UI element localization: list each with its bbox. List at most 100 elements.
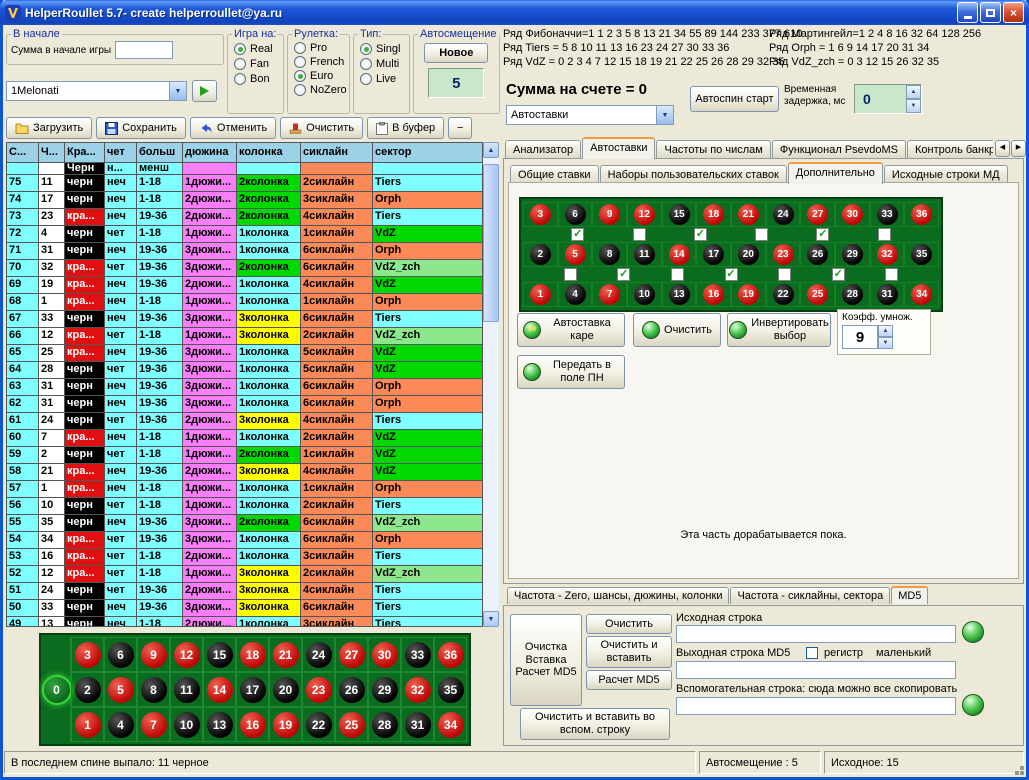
grid-number-27[interactable]: 27 [807,204,828,225]
board-number-31[interactable]: 31 [405,712,431,738]
grid-checkbox-0-3[interactable] [755,228,768,241]
radio-option-euro[interactable]: Euro [294,70,349,82]
md5-source-input[interactable] [676,625,956,643]
delay-spinner[interactable]: 0 ▲ ▼ [854,84,922,114]
board-number-25[interactable]: 25 [339,712,365,738]
grid-number-3[interactable]: 3 [530,204,551,225]
grid-number-13[interactable]: 13 [669,284,690,305]
maximize-button[interactable] [980,2,1001,23]
board-number-30[interactable]: 30 [372,642,398,668]
radio-option-bon[interactable]: Bon [234,73,283,85]
board-number-11[interactable]: 11 [174,677,200,703]
grid-number-30[interactable]: 30 [842,204,863,225]
radio-option-real[interactable]: Real [234,43,283,55]
autostake-kare-button[interactable]: 49 Автоставка каре [517,313,625,347]
spin-up-icon[interactable]: ▲ [906,85,921,99]
grid-checkbox-0-1[interactable] [633,228,646,241]
md5-clear-paste-aux-button[interactable]: Очистить и вставить во вспом. строку [520,708,670,740]
board-number-10[interactable]: 10 [174,712,200,738]
board-number-9[interactable]: 9 [141,642,167,668]
board-number-18[interactable]: 18 [240,642,266,668]
board-number-22[interactable]: 22 [306,712,332,738]
grid-number-1[interactable]: 1 [530,284,551,305]
md5-output-input[interactable] [676,661,956,679]
board-number-4[interactable]: 4 [108,712,134,738]
board-number-36[interactable]: 36 [438,642,464,668]
board-number-15[interactable]: 15 [207,642,233,668]
grid-checkbox-0-5[interactable] [878,228,891,241]
board-number-1[interactable]: 1 [75,712,101,738]
start-sum-input[interactable] [115,41,173,59]
radio-option-singl[interactable]: Singl [360,43,409,55]
board-number-26[interactable]: 26 [339,677,365,703]
board-number-20[interactable]: 20 [273,677,299,703]
minus-button[interactable]: − [448,117,472,139]
grid-number-18[interactable]: 18 [703,204,724,225]
grid-number-17[interactable]: 17 [703,244,724,265]
grid-clear-button[interactable]: Очистить [633,313,721,347]
grid-number-15[interactable]: 15 [669,204,690,225]
scroll-thumb[interactable] [483,164,499,322]
grid-checkbox-0-2[interactable]: ✓ [694,228,707,241]
minimize-button[interactable] [957,2,978,23]
spin-down-icon[interactable]: ▼ [906,99,921,113]
main-tab-2[interactable]: Частоты по числам [656,140,770,159]
board-number-2[interactable]: 2 [75,677,101,703]
grid-checkbox-1-2[interactable] [671,268,684,281]
grid-number-36[interactable]: 36 [911,204,932,225]
grid-number-5[interactable]: 5 [565,244,586,265]
grid-checkbox-1-5[interactable]: ✓ [832,268,845,281]
md5-aux-ball-button[interactable] [962,694,984,716]
grid-number-24[interactable]: 24 [773,204,794,225]
close-button[interactable]: × [1003,2,1024,23]
scroll-down-icon[interactable]: ▼ [483,611,499,627]
md5-aux-input[interactable] [676,697,956,715]
scroll-up-icon[interactable]: ▲ [483,142,499,158]
load-button[interactable]: Загрузить [6,117,92,139]
radio-option-french[interactable]: French [294,56,349,68]
md5-clear-paste-button[interactable]: Очистить и вставить [586,636,672,668]
grid-number-35[interactable]: 35 [911,244,932,265]
grid-number-21[interactable]: 21 [738,204,759,225]
grid-number-23[interactable]: 23 [773,244,794,265]
board-number-13[interactable]: 13 [207,712,233,738]
md5-lowercase-checkbox[interactable] [806,647,818,659]
undo-button[interactable]: Отменить [190,117,276,139]
scroll-track[interactable] [483,158,499,611]
grid-checkbox-0-4[interactable]: ✓ [816,228,829,241]
radio-option-fan[interactable]: Fan [234,58,283,70]
board-number-32[interactable]: 32 [405,677,431,703]
board-number-21[interactable]: 21 [273,642,299,668]
board-number-14[interactable]: 14 [207,677,233,703]
main-tab-1[interactable]: Автоставки [582,137,655,159]
main-tab-3[interactable]: Функционал PsevdoMS [772,140,906,159]
coef-spin-up-icon[interactable]: ▲ [878,325,893,337]
autospin-start-button[interactable]: Автоспин старт [690,86,779,112]
profile-combobox[interactable]: 1Melonati ▼ [6,81,187,101]
board-number-3[interactable]: 3 [75,642,101,668]
grid-number-29[interactable]: 29 [842,244,863,265]
board-number-8[interactable]: 8 [141,677,167,703]
grid-number-22[interactable]: 22 [773,284,794,305]
freq-tab-1[interactable]: Частота - сиклайны, сектора [730,587,890,604]
grid-checkbox-0-0[interactable]: ✓ [571,228,584,241]
board-number-7[interactable]: 7 [141,712,167,738]
board-number-17[interactable]: 17 [240,677,266,703]
grid-number-33[interactable]: 33 [877,204,898,225]
save-button[interactable]: Сохранить [96,117,186,139]
md5-clear-button[interactable]: Очистить [586,614,672,634]
clear-button[interactable]: Очистить [280,117,363,139]
radio-option-pro[interactable]: Pro [294,42,349,54]
grid-checkbox-1-3[interactable]: ✓ [725,268,738,281]
grid-number-2[interactable]: 2 [530,244,551,265]
sub-tab-2[interactable]: Дополнительно [788,162,883,184]
copy-to-buffer-button[interactable]: В буфер [367,117,444,139]
grid-checkbox-1-0[interactable] [564,268,577,281]
chevron-down-icon[interactable]: ▼ [169,82,186,100]
transfer-to-pn-button[interactable]: Передать в поле ПН [517,355,625,389]
grid-number-34[interactable]: 34 [911,284,932,305]
grid-number-12[interactable]: 12 [634,204,655,225]
invert-selection-button[interactable]: Инвертировать выбор [727,313,831,347]
grid-number-25[interactable]: 25 [807,284,828,305]
board-number-16[interactable]: 16 [240,712,266,738]
